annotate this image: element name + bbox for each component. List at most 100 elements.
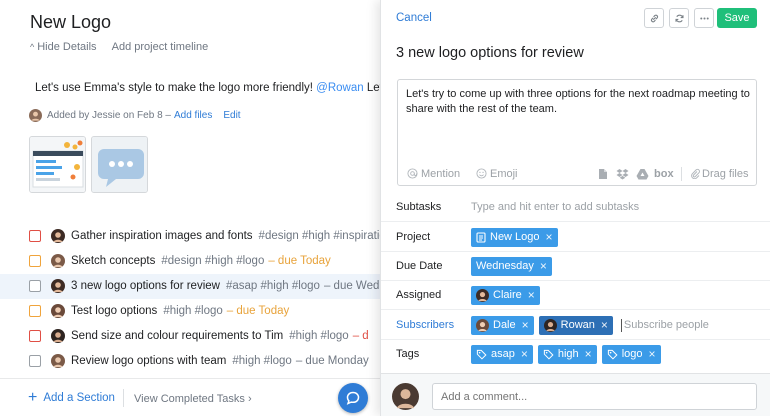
add-files-link[interactable]: Add files <box>174 110 212 121</box>
task-tags: #asap #high #logo <box>225 280 320 292</box>
added-by-line: Added by Jessie on Feb 8 – Add files Edi… <box>29 109 241 122</box>
task-tags: #design #high #logo <box>161 255 265 267</box>
hide-details-link[interactable]: ^ Hide Details <box>30 41 97 53</box>
task-name: Sketch concepts <box>71 255 156 267</box>
save-button[interactable]: Save <box>717 8 757 28</box>
tag-chip-logo[interactable]: logo × <box>601 344 661 364</box>
remove-icon[interactable]: × <box>528 288 535 302</box>
tag-chip-asap[interactable]: asap × <box>471 344 533 364</box>
attachment-thumbnail-speech-bubble[interactable] <box>91 136 148 193</box>
task-tags: #high #logo <box>232 355 292 367</box>
task-row[interactable]: Send size and colour requirements to Tim… <box>0 324 380 349</box>
task-description-text[interactable]: Let's try to come up with three options … <box>406 87 751 117</box>
task-name: Review logo options with team <box>71 355 227 367</box>
assigned-row: Assigned Claire × <box>381 281 770 310</box>
task-row[interactable]: Gather inspiration images and fonts #desi… <box>0 224 380 249</box>
remove-icon[interactable]: × <box>585 347 592 361</box>
view-completed-tasks-link[interactable]: View Completed Tasks › <box>134 393 252 405</box>
due-date-label: Due Date <box>396 260 443 272</box>
assigned-label: Assigned <box>396 289 442 301</box>
tag-icon <box>476 349 487 360</box>
chat-bubble-icon <box>346 391 360 405</box>
task-checkbox[interactable] <box>29 255 41 267</box>
task-row[interactable]: Review logo options with team #high #logo… <box>0 349 380 374</box>
file-icon[interactable] <box>598 168 608 180</box>
task-row[interactable]: Sketch concepts #design #high #logo – due … <box>0 249 380 274</box>
assignee-avatar <box>51 354 65 368</box>
subtasks-input[interactable]: Type and hit enter to add subtasks <box>471 201 639 213</box>
chevron-right-icon: › <box>247 393 252 405</box>
task-due: – d <box>352 330 369 342</box>
task-checkbox[interactable] <box>29 280 41 292</box>
task-name: 3 new logo options for review <box>71 280 220 292</box>
project-label: Project <box>396 231 431 243</box>
due-date-chip[interactable]: Wednesday × <box>471 256 552 276</box>
task-name: Test logo options <box>71 305 158 317</box>
mention-rowan[interactable]: @Rowan <box>316 82 363 94</box>
tag-icon <box>543 349 554 360</box>
add-section-button[interactable]: + Add a Section <box>28 390 115 406</box>
task-tags: #high #logo <box>289 330 349 342</box>
assignee-avatar <box>51 329 65 343</box>
tag-chip-high[interactable]: high × <box>537 344 597 364</box>
due-date-row: Due Date Wednesday × <box>381 252 770 281</box>
task-checkbox[interactable] <box>29 355 41 367</box>
task-row[interactable]: Test logo options #high #logo – due Today <box>0 299 380 324</box>
divider <box>123 389 124 407</box>
ellipsis-icon <box>699 16 709 20</box>
task-checkbox[interactable] <box>29 330 41 342</box>
remove-icon[interactable]: × <box>521 347 528 361</box>
divider <box>681 167 682 181</box>
assignee-avatar <box>51 229 65 243</box>
task-due: – due Wedn <box>323 280 380 292</box>
remove-icon[interactable]: × <box>601 318 608 332</box>
remove-icon[interactable]: × <box>522 318 529 332</box>
remove-icon[interactable]: × <box>648 347 655 361</box>
at-sign-icon[interactable] <box>407 168 418 179</box>
paperclip-icon <box>691 168 700 179</box>
task-checkbox[interactable] <box>29 230 41 242</box>
tag-icon <box>607 349 618 360</box>
smiley-icon[interactable] <box>476 168 487 179</box>
emoji-button[interactable]: Emoji <box>490 168 518 180</box>
task-list: Gather inspiration images and fonts #desi… <box>0 224 380 374</box>
speech-bubble-image <box>92 137 147 192</box>
assignee-chip[interactable]: Claire × <box>471 285 540 305</box>
google-drive-icon[interactable] <box>636 168 649 180</box>
box-button[interactable]: box <box>654 168 674 180</box>
subscriber-chip-rowan[interactable]: Rowan × <box>538 315 613 335</box>
subscribers-label[interactable]: Subscribers <box>396 319 454 331</box>
task-tags: #design #high #inspiratio <box>258 230 380 242</box>
copy-link-button[interactable] <box>644 8 664 28</box>
task-title[interactable]: 3 new logo options for review <box>396 45 584 61</box>
refresh-icon <box>674 14 684 22</box>
link-icon <box>650 14 658 22</box>
remove-icon[interactable]: × <box>546 230 553 244</box>
sync-button[interactable] <box>669 8 689 28</box>
task-checkbox[interactable] <box>29 305 41 317</box>
comment-bar <box>381 373 770 416</box>
project-title: New Logo <box>30 12 112 32</box>
more-options-button[interactable] <box>694 8 714 28</box>
mention-button[interactable]: Mention <box>421 168 460 180</box>
task-name: Gather inspiration images and fonts <box>71 230 253 242</box>
cancel-button[interactable]: Cancel <box>396 12 432 24</box>
edit-link[interactable]: Edit <box>223 110 240 121</box>
task-row-selected[interactable]: 3 new logo options for review #asap #high… <box>0 274 380 299</box>
add-timeline-link[interactable]: Add project timeline <box>112 41 209 53</box>
chat-button[interactable] <box>338 383 368 413</box>
description-toolbar: Mention Emoji box Drag files <box>398 163 756 185</box>
task-description-editor[interactable]: Let's try to come up with three options … <box>397 79 757 186</box>
attachment-thumbnail-screenshot[interactable] <box>29 136 86 193</box>
dropbox-icon[interactable] <box>616 168 629 180</box>
remove-icon[interactable]: × <box>540 259 547 273</box>
assignee-avatar <box>51 304 65 318</box>
task-tags: #high #logo <box>163 305 223 317</box>
subscribe-people-input[interactable]: Subscribe people <box>620 318 709 332</box>
tags-label: Tags <box>396 348 420 360</box>
project-chip[interactable]: New Logo × <box>471 227 558 247</box>
project-description[interactable]: Let's use Emma's style to make the logo … <box>35 82 380 94</box>
subscriber-chip-dale[interactable]: Dale × <box>471 315 534 335</box>
project-subnav: ^ Hide Details Add project timeline <box>30 41 208 53</box>
comment-input[interactable] <box>432 383 757 410</box>
